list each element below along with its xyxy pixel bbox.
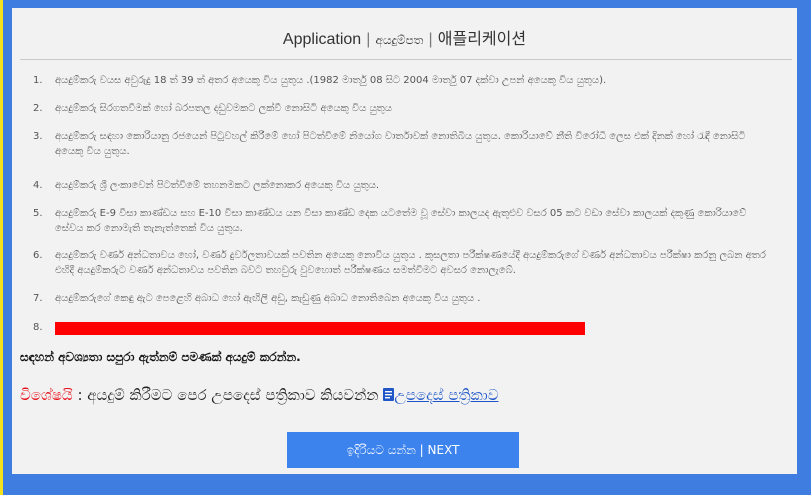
requirement-text: අයදුම්කරු සිරගතවීමක් හෝ බරපතල දඩුවමකට ලක… — [55, 103, 392, 114]
requirement-item: 6. අයදුම්කරු වර්ණ අන්ධතාවය හෝ, වර්ණ දුර්… — [33, 248, 773, 278]
requirement-text: අයදුම්කරු වර්ණ අන්ධතාවය හෝ, වර්ණ දුර්වලත… — [55, 250, 766, 276]
requirement-number: 8. — [33, 322, 43, 333]
title-english: Application — [282, 31, 362, 48]
title-separator: | — [366, 31, 371, 48]
instructions-link[interactable]: උපදෙස් පත්‍රිකාව — [383, 386, 499, 404]
requirement-number: 1. — [33, 75, 43, 86]
left-accent-stripe — [0, 0, 3, 495]
requirement-text: අයදුම්කරුගේ කෙඳු ඇට පෙළෙහි අබාධ හෝ ඇඟිලි… — [55, 293, 481, 304]
requirement-number: 5. — [33, 208, 43, 219]
requirement-number: 2. — [33, 103, 43, 114]
requirement-text: අයදුම්කරු E-9 වීසා කාණ්ඩය සහ E-10 වීසා ක… — [55, 208, 747, 234]
requirement-item: 4. අයදුම්කරු ශ්‍රී ලංකාවෙන් පිටත්වීමේ තහ… — [33, 178, 773, 193]
title-divider — [20, 59, 792, 60]
next-button[interactable]: ඉදිරියට යන්න | NEXT — [287, 432, 519, 468]
document-icon[interactable] — [383, 388, 395, 401]
title-sinhala: අයදුම්පත — [375, 33, 424, 47]
requirement-item: 7. අයදුම්කරුගේ කෙඳු ඇට පෙළෙහි අබාධ හෝ ඇඟ… — [33, 291, 773, 306]
requirement-item: 1. අයදුම්කරු වයස අවුරුදු 18 ත් 39 ත් අතර… — [33, 73, 773, 88]
requirement-number: 7. — [33, 293, 43, 304]
application-panel: Application | අයදුම්පත | 애플리케이션 1. අයදුම… — [12, 8, 797, 474]
requirement-text: අයදුම්කරු සඳහා කොරියානු රජයෙන් පිටුවහල් … — [55, 131, 746, 157]
eligibility-notice: සඳහන් අවශ්‍යතා සපුරා ඇත්නම් පමණක් අයදුම්… — [20, 350, 301, 364]
requirement-text-redacted — [55, 322, 767, 335]
title-separator: | — [428, 31, 433, 48]
special-separator: : — [77, 386, 83, 404]
requirement-item: 8. — [33, 320, 773, 335]
instructions-link-text[interactable]: උපදෙස් පත්‍රිකාව — [394, 386, 498, 404]
requirement-number: 6. — [33, 250, 43, 261]
requirement-item: 5. අයදුම්කරු E-9 වීසා කාණ්ඩය සහ E-10 වීස… — [33, 206, 773, 236]
page-title: Application | අයදුම්පත | 애플리케이션 — [12, 22, 797, 56]
requirement-number: 3. — [33, 131, 43, 142]
special-notice: විශේෂයි : අයදුම් කිරීමට පෙර උපදෙස් පත්‍ර… — [20, 384, 499, 406]
requirement-number: 4. — [33, 180, 43, 191]
title-korean: 애플리케이션 — [437, 29, 527, 48]
requirement-item: 3. අයදුම්කරු සඳහා කොරියානු රජයෙන් පිටුවහ… — [33, 129, 773, 159]
special-label: විශේෂයි — [20, 386, 73, 404]
requirement-item: 2. අයදුම්කරු සිරගතවීමක් හෝ බරපතල දඩුවමකට… — [33, 101, 773, 116]
redaction-bar — [55, 322, 585, 335]
special-text: අයදුම් කිරීමට පෙර උපදෙස් පත්‍රිකාව කියවන… — [87, 386, 379, 404]
requirement-text: අයදුම්කරු ශ්‍රී ලංකාවෙන් පිටත්වීමේ තහනමක… — [55, 180, 380, 191]
requirement-text: අයදුම්කරු වයස අවුරුදු 18 ත් 39 ත් අතර අය… — [55, 75, 607, 86]
